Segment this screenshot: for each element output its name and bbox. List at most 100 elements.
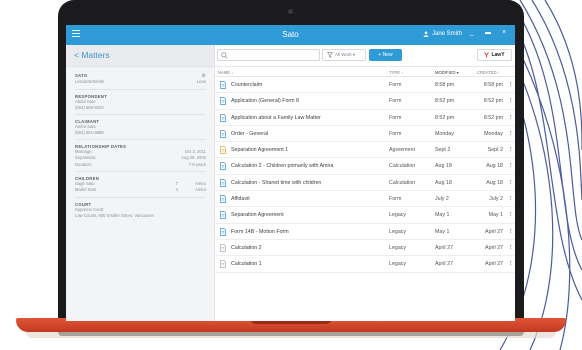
document-name[interactable]: Counterclaim [231,82,262,88]
document-modified: April 27 [435,244,453,251]
document-type: Legacy [389,212,407,219]
document-type: Form [389,114,402,121]
back-to-matters-link[interactable]: < Matters [66,45,214,67]
table-row[interactable]: Affidavit Form July 2 July 2 ⋮ [215,191,515,208]
table-row[interactable]: Calculation 2 Legacy April 27 April 27 ⋮ [215,240,515,257]
table-header: NAME ↓ TYPE ↓ MODIFIED ▾ CREATED ↓ [215,67,515,77]
document-name[interactable]: Calculation 2 - Children primarily with … [231,163,333,169]
document-type: Calculation [389,179,416,186]
document-modified: Aug 18 [435,163,452,170]
documents-panel: All Work ▾ + New LawY NAME ↓ TYPE ↓ MODI… [215,45,515,321]
matter-subtitle-right: Lean [196,79,206,85]
document-modified: May 1 [435,212,450,219]
word-doc-icon [220,162,226,171]
child-name: Model Sato [75,187,97,193]
documents-table: Counterclaim Form 8:58 pm 8:58 pm ⋮ Applicati… [215,77,515,273]
document-name[interactable]: Calculation - Shared time with children [231,180,321,186]
document-type: Form [389,130,402,137]
claimant-phone: (604) 551-9888 [75,129,104,135]
word-doc-icon [220,195,226,203]
table-row[interactable]: Calculation 1 Legacy April 27 April 27 ⋮ [215,256,515,273]
document-type: Legacy [389,228,407,235]
word-doc-icon [220,113,226,122]
table-row[interactable]: Calculation 2 - Children primarily with … [215,158,515,175]
new-document-button[interactable]: + New [369,49,402,61]
legacy-doc-icon [220,260,226,269]
more-options-icon[interactable]: ⋮ [508,196,513,202]
document-type: Form [389,82,402,88]
matter-summary: SATO ⚙ Lemaitre/Dimitri Lean RESPONDENT … [66,67,214,219]
lawy-icon [484,52,490,58]
lawy-button[interactable]: LawY [477,49,512,61]
document-type: Calculation [389,163,416,170]
document-modified: Sept 2 [435,147,451,154]
respondent-phone: (604) 505-8203 [75,104,104,110]
title-bar: Sato Jane Smith _ ▬ × [66,25,515,45]
document-created: May 1 [488,212,503,219]
more-options-icon[interactable]: ⋮ [508,163,513,169]
document-name[interactable]: Order - General [231,131,268,137]
table-row[interactable]: Separation Agreement 1 Agreement Sept 2 Sep… [215,142,515,159]
more-options-icon[interactable]: ⋮ [508,261,513,267]
document-created: 8:52 pm [483,98,503,105]
table-row[interactable]: Application about a Family Law Matter For… [215,110,515,126]
document-created: Aug 18 [486,163,503,170]
duration-value: 7.8 years [188,161,206,167]
word-doc-icon [220,227,226,236]
more-options-icon[interactable]: ⋮ [508,131,513,137]
document-name[interactable]: Calculation 2 [231,245,262,251]
type-column-header[interactable]: TYPE ↓ [389,70,403,75]
document-modified: Monday [435,130,454,137]
document-created: April 27 [485,261,503,268]
filter-dropdown[interactable]: All Work ▾ [322,49,366,61]
search-input[interactable] [217,49,320,61]
document-created: Sept 2 [487,147,503,154]
minimize-button[interactable]: _ [470,29,474,36]
table-row[interactable]: Order - General Form Monday Monday ⋮ [215,126,515,143]
document-modified: July 2 [435,196,449,203]
user-icon [423,31,429,37]
table-row[interactable]: Application (General) Form 8 Form 8:52 pm 8… [215,93,515,110]
user-menu[interactable]: Jane Smith [423,31,462,37]
document-created: Monday [484,130,503,137]
more-options-icon[interactable]: ⋮ [508,82,513,88]
document-name[interactable]: Application (General) Form 8 [231,98,299,104]
table-row[interactable]: Separation Agreement Legacy May 1 May 1 ⋮ [215,207,515,224]
documents-toolbar: All Work ▾ + New LawY [215,45,515,67]
close-button[interactable]: × [502,29,506,36]
more-options-icon[interactable]: ⋮ [508,147,513,153]
user-name: Jane Smith [432,31,463,37]
document-type: Legacy [389,244,407,251]
name-column-header[interactable]: NAME ↓ [218,70,233,75]
document-name[interactable]: Separation Agreement [231,212,284,218]
document-type: Form [389,98,402,105]
created-column-header[interactable]: CREATED ↓ [477,70,500,75]
more-options-icon[interactable]: ⋮ [508,180,513,186]
word-doc-icon [220,211,226,220]
table-row[interactable]: Counterclaim Form 8:58 pm 8:58 pm ⋮ [215,77,515,94]
more-options-icon[interactable]: ⋮ [508,98,513,104]
legacy-doc-icon [220,244,226,252]
document-name[interactable]: Application about a Family Law Matter [231,115,321,121]
more-options-icon[interactable]: ⋮ [508,115,513,121]
more-options-icon[interactable]: ⋮ [508,212,513,218]
search-icon [221,52,228,59]
document-name[interactable]: Calculation 1 [231,261,262,267]
document-name[interactable]: Form 14B - Motion Form [231,229,289,235]
document-modified: 8:52 pm [435,114,455,121]
document-name[interactable]: Separation Agreement 1 [231,147,288,153]
document-modified: 8:52 pm [435,98,455,105]
more-options-icon[interactable]: ⋮ [508,229,513,235]
document-created: 8:52 pm [483,114,503,121]
court-address: Law Courts, 800 Smithe Street, Vancouver [75,212,155,218]
document-type: Legacy [389,261,407,268]
modified-column-header[interactable]: MODIFIED ▾ [435,70,459,75]
table-row[interactable]: Form 14B - Motion Form Legacy May 1 April 2… [215,224,515,240]
document-modified: May 1 [435,228,450,235]
more-options-icon[interactable]: ⋮ [508,245,513,251]
matter-subtitle: Lemaitre/Dimitri [75,79,105,85]
maximize-button[interactable]: ▬ [485,30,491,36]
document-name[interactable]: Affidavit [231,196,250,202]
child-residence: Amira [195,187,206,193]
table-row[interactable]: Calculation - Shared time with children C… [215,175,515,192]
